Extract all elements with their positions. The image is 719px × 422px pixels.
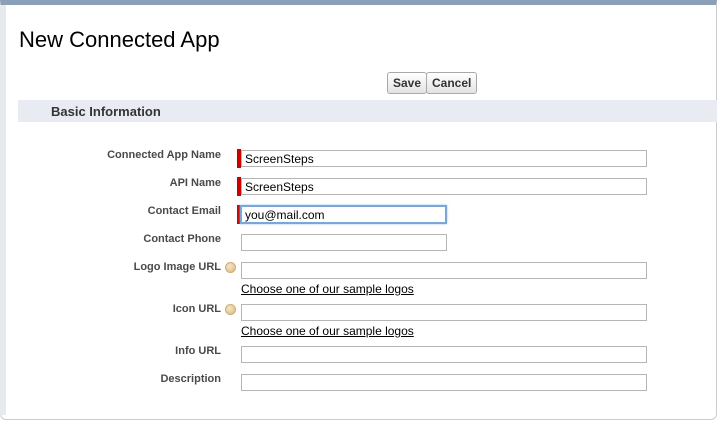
logo-image-url-input[interactable]: [241, 262, 647, 279]
connected-app-name-input[interactable]: [241, 150, 647, 167]
save-button[interactable]: Save: [387, 72, 428, 94]
cancel-button[interactable]: Cancel: [426, 72, 478, 94]
icon-url-label: Icon URL: [172, 303, 221, 315]
left-border: [0, 5, 6, 415]
help-icon[interactable]: [225, 304, 236, 315]
page-title: New Connected App: [19, 27, 220, 52]
contact-email-label: Contact Email: [147, 205, 221, 217]
help-icon[interactable]: [225, 262, 236, 273]
info-url-label: Info URL: [175, 345, 221, 357]
description-label: Description: [160, 373, 221, 385]
logo-image-url-label: Logo Image URL: [133, 261, 221, 273]
icon-url-input[interactable]: [241, 304, 647, 321]
connected-app-name-label: Connected App Name: [107, 149, 221, 161]
info-url-input[interactable]: [241, 346, 647, 363]
contact-email-input[interactable]: [240, 205, 447, 224]
sample-icons-link[interactable]: Choose one of our sample logos: [241, 324, 414, 338]
contact-phone-label: Contact Phone: [143, 233, 221, 245]
section-title: Basic Information: [51, 104, 161, 119]
api-name-input[interactable]: [241, 178, 647, 195]
api-name-label: API Name: [169, 177, 221, 189]
contact-phone-input[interactable]: [241, 234, 447, 251]
sample-logos-link[interactable]: Choose one of our sample logos: [241, 282, 414, 296]
description-input[interactable]: [241, 374, 647, 391]
